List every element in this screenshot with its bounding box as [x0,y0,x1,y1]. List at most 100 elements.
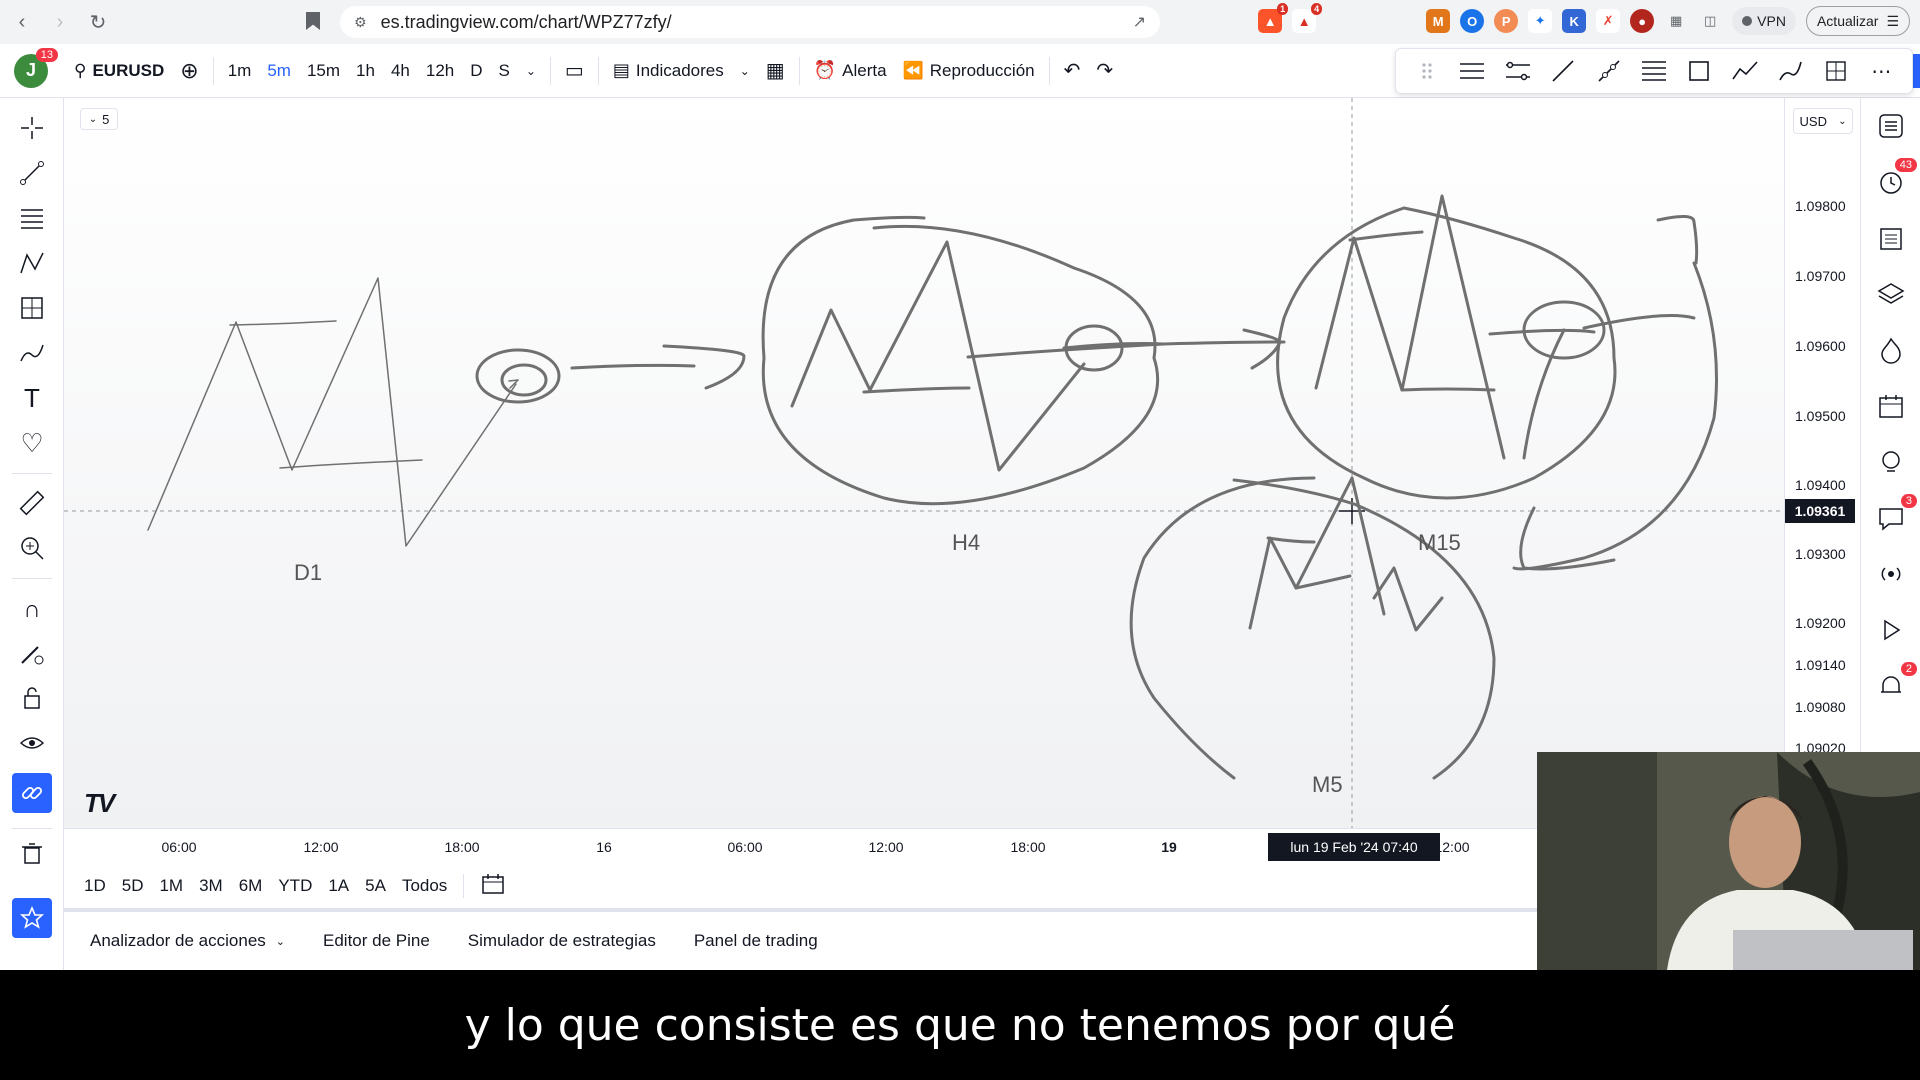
go-to-date-icon[interactable] [480,872,506,901]
replay-button[interactable]: ⏪ Reproducción [895,53,1043,89]
time-axis[interactable]: 06:00 12:00 18:00 16 06:00 12:00 18:00 1… [64,828,1784,864]
indicators-button[interactable]: ▤ Indicadores [605,53,732,89]
range-todos[interactable]: Todos [402,876,447,896]
hotlists-flame-icon[interactable] [1873,332,1909,368]
layouts-icon[interactable]: ▦ [758,53,793,89]
tab-trading-panel[interactable]: Panel de trading [694,931,818,951]
avatar[interactable]: J 13 [14,47,58,88]
range-3m[interactable]: 3M [199,876,223,896]
currency-select[interactable]: USD ⌄ [1793,108,1853,134]
patterns-icon[interactable] [12,243,52,283]
ext-blue-icon[interactable]: O [1460,9,1485,33]
chat-icon[interactable]: 3 [1873,494,1917,536]
ideas-bulb-icon[interactable] [1873,444,1909,480]
metamask-icon[interactable]: M [1426,9,1451,33]
compare-symbol-button[interactable]: ⊕ [172,53,206,89]
ext-bird-icon[interactable]: ✦ [1528,9,1553,33]
lock-icon[interactable] [12,678,52,718]
price-axis[interactable]: USD ⌄ 1.09800 1.09700 1.09600 1.09500 1.0… [1784,98,1860,828]
magnet-icon[interactable]: ∩ [12,590,52,630]
extensions-puzzle-icon[interactable]: ▦ [1664,9,1688,33]
prediction-icon[interactable] [12,288,52,328]
heart-icon[interactable]: ♡ [12,423,52,463]
interval-5m[interactable]: 5m [259,53,299,89]
tradingview-logo[interactable]: TV [84,788,115,819]
interval-1m[interactable]: 1m [220,53,260,89]
range-1d[interactable]: 1D [84,876,106,896]
candles-icon[interactable]: ▭ [557,53,592,89]
text-icon[interactable]: T [12,378,52,418]
trend-line-icon[interactable] [12,153,52,193]
crosshair-icon[interactable] [12,108,52,148]
brush-icon[interactable] [1775,56,1805,86]
ext-red-icon[interactable]: ● [1630,9,1655,33]
more-icon[interactable]: ⋯ [1866,56,1896,86]
star-icon[interactable] [12,898,52,938]
interval-1h[interactable]: 1h [348,53,383,89]
notifications-bell-icon[interactable]: 2 [1873,662,1917,704]
share-icon[interactable]: ↗ [1133,12,1146,32]
address-bar[interactable]: ⚙ es.tradingview.com/chart/WPZ77zfy/ ↗ [340,6,1160,38]
brush-icon[interactable] [12,333,52,373]
redo-icon[interactable]: ↷ [1088,53,1121,89]
site-settings-icon[interactable]: ⚙ [354,14,367,31]
range-1m[interactable]: 1M [159,876,183,896]
play-icon[interactable] [1873,612,1909,648]
ext-tool-icon[interactable]: ✗ [1596,9,1621,33]
brave-rewards-icon[interactable]: ▲ 4 [1292,3,1323,33]
tab-stock-screener[interactable]: Analizador de acciones ⌄ [90,931,285,951]
time-tick: 19 [1161,839,1177,855]
chart-pane[interactable]: ⌄ 5 D1 H4 M15 M5 TV [64,98,1784,828]
ruler-icon[interactable] [12,483,52,523]
fib-retracement-icon[interactable] [12,198,52,238]
trash-icon[interactable] [12,833,52,873]
interval-12h[interactable]: 12h [418,53,462,89]
chevron-down-icon[interactable]: ⌄ [518,53,544,89]
alert-button[interactable]: ⏰ Alerta [806,53,895,89]
chevron-down-icon[interactable]: ⌄ [732,53,758,89]
parallel-channel-icon[interactable] [1457,56,1487,86]
measure-icon[interactable] [1821,56,1851,86]
sidebar-icon[interactable]: ◫ [1698,9,1722,33]
range-ytd[interactable]: YTD [278,876,312,896]
range-6m[interactable]: 6M [239,876,263,896]
tab-strategy-tester[interactable]: Simulador de estrategias [468,931,656,951]
ray-icon[interactable] [1594,56,1624,86]
interval-d[interactable]: D [462,53,490,89]
streams-icon[interactable] [1873,556,1909,592]
watchlist-icon[interactable] [1873,108,1909,144]
link-icon[interactable] [12,773,52,813]
zoom-in-icon[interactable] [12,528,52,568]
tab-pine-editor[interactable]: Editor de Pine [323,931,430,951]
ext-k-icon[interactable]: K [1562,9,1587,33]
path-icon[interactable] [1730,56,1760,86]
interval-4h[interactable]: 4h [383,53,418,89]
brave-shield-icon[interactable]: ▲ 1 [1258,3,1289,33]
reload-icon[interactable]: ↻ [82,6,114,38]
drag-handle-icon[interactable] [1412,56,1442,86]
symbol-search[interactable]: ⚲ EURUSD [66,53,172,89]
calendar-icon[interactable] [1873,388,1909,424]
trend-line-icon[interactable] [1548,56,1578,86]
rectangle-icon[interactable] [1684,56,1714,86]
alerts-clock-icon[interactable]: 43 [1873,158,1917,200]
fib-icon[interactable] [1639,56,1669,86]
floating-drawing-toolbar: ⋯ [1395,48,1913,94]
update-button[interactable]: Actualizar ☰ [1805,6,1910,36]
interval-s[interactable]: S [491,53,518,89]
lock-draw-icon[interactable] [12,633,52,673]
data-window-icon[interactable] [1873,220,1909,256]
range-1a[interactable]: 1A [328,876,349,896]
pitchfork-icon[interactable] [1503,56,1533,86]
interval-15m[interactable]: 15m [299,53,348,89]
undo-icon[interactable]: ↶ [1056,53,1089,89]
layers-icon[interactable] [1873,276,1909,312]
ext-orange-icon[interactable]: P [1494,9,1519,33]
eye-icon[interactable] [12,723,52,763]
forward-icon[interactable]: › [44,6,76,38]
vpn-button[interactable]: VPN [1732,7,1796,35]
back-icon[interactable]: ‹ [6,6,38,38]
bookmark-icon[interactable] [306,12,320,30]
range-5a[interactable]: 5A [365,876,386,896]
range-5d[interactable]: 5D [122,876,144,896]
